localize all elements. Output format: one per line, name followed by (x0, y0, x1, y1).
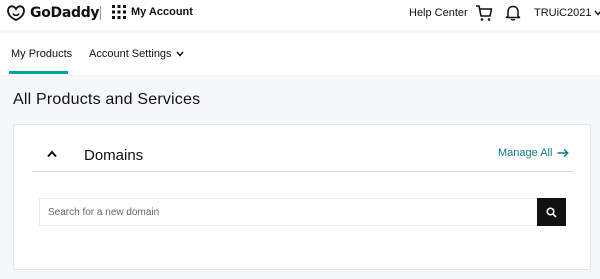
user-name: TRUiC2021 (534, 7, 592, 19)
help-center-link[interactable]: Help Center (409, 7, 468, 19)
chevron-up-icon[interactable] (46, 149, 58, 159)
chevron-down-icon (594, 10, 600, 16)
domain-search (39, 198, 566, 226)
apps-grid-icon[interactable] (111, 4, 127, 20)
active-tab-indicator (9, 71, 68, 74)
cart-icon[interactable] (475, 4, 493, 22)
manage-all-link[interactable]: Manage All (498, 147, 570, 159)
card-divider (32, 171, 574, 172)
my-account-link[interactable]: My Account (131, 6, 193, 18)
tab-my-products[interactable]: My Products (11, 48, 72, 60)
domain-search-input[interactable] (39, 198, 537, 226)
brand-logo[interactable]: GoDaddy (6, 4, 100, 22)
user-menu[interactable]: TRUiC2021 (534, 7, 600, 19)
arrow-right-icon (557, 148, 570, 158)
nav-tabs: My Products Account Settings (0, 33, 600, 75)
domains-card: Domains Manage All (13, 124, 591, 270)
brand-name: GoDaddy (30, 5, 100, 21)
tab-account-settings[interactable]: Account Settings (89, 48, 184, 60)
search-button[interactable] (537, 198, 566, 226)
manage-all-label: Manage All (498, 147, 553, 159)
tab-account-settings-label: Account Settings (89, 48, 172, 60)
header-divider (100, 6, 101, 20)
domains-title: Domains (84, 147, 144, 164)
page-title: All Products and Services (13, 91, 201, 108)
search-icon (546, 206, 557, 218)
godaddy-logo-icon (7, 5, 25, 21)
top-header: GoDaddy My Account Help Center TRUiC2021 (0, 0, 600, 30)
bell-icon[interactable] (505, 4, 521, 21)
chevron-down-icon (176, 51, 184, 57)
